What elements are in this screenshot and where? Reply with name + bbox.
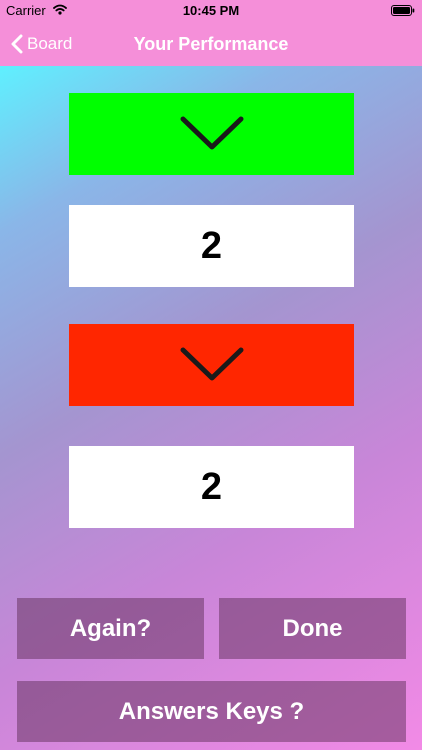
correct-count-box: 2 xyxy=(69,205,354,287)
page-title: Your Performance xyxy=(133,34,289,54)
content-area: 2 2 Again? Done Answers Keys ? xyxy=(0,66,422,750)
chevron-down-icon xyxy=(180,116,243,150)
status-time: 10:45 PM xyxy=(182,3,240,18)
battery-icon xyxy=(391,5,415,16)
chevron-down-icon xyxy=(180,347,243,381)
correct-answers-panel xyxy=(69,93,354,175)
wrong-answers-panel xyxy=(69,324,354,406)
again-button[interactable]: Again? xyxy=(17,598,204,659)
done-button[interactable]: Done xyxy=(219,598,406,659)
nav-bar: Board Your Performance xyxy=(0,22,422,66)
answer-keys-button[interactable]: Answers Keys ? xyxy=(17,681,406,742)
header: Carrier 10:45 PM Board Your Performance xyxy=(0,0,422,66)
wrong-count-box: 2 xyxy=(69,446,354,528)
performance-screen: Carrier 10:45 PM Board Your Performance xyxy=(0,0,422,750)
correct-count-value: 2 xyxy=(200,224,223,267)
wrong-count-value: 2 xyxy=(200,465,223,508)
status-bar: Carrier 10:45 PM xyxy=(0,0,422,22)
